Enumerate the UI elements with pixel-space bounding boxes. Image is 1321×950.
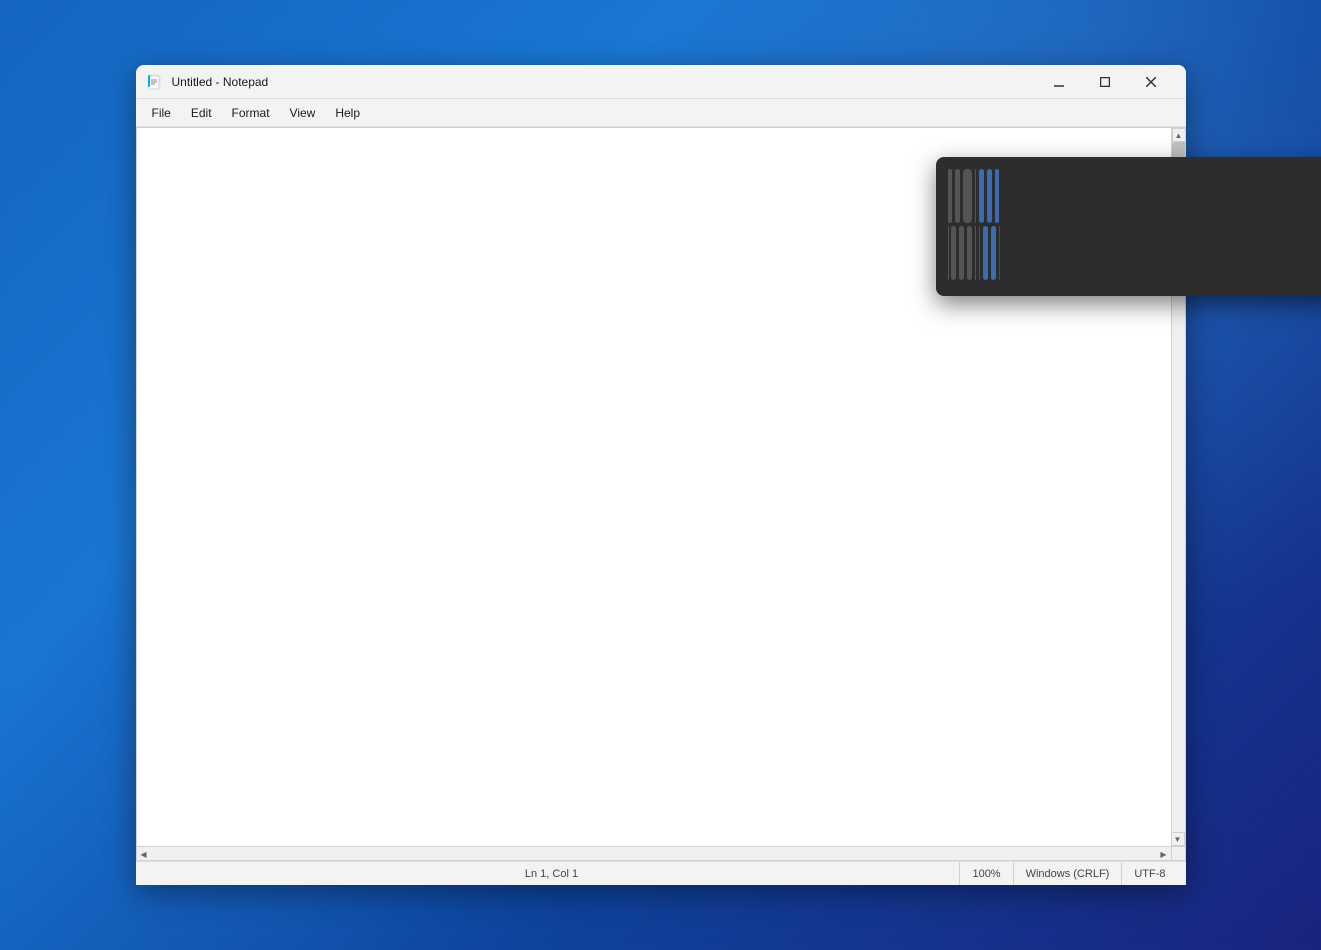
h-scroll-track[interactable] (151, 847, 1157, 860)
snap-cell-13[interactable] (979, 226, 980, 280)
snap-cell-2[interactable] (955, 169, 960, 223)
snap-cell-1[interactable] (948, 169, 953, 223)
scroll-up-arrow[interactable]: ▲ (1172, 128, 1186, 142)
notepad-app-icon (148, 74, 164, 90)
menu-help[interactable]: Help (325, 102, 370, 124)
horizontal-scrollbar[interactable]: ◀ ▶ (137, 846, 1171, 860)
scroll-down-arrow[interactable]: ▼ (1171, 832, 1185, 846)
notepad-window: Untitled - Notepad File Edit Format View… (136, 65, 1186, 885)
menu-format[interactable]: Format (222, 102, 280, 124)
snap-cell-12[interactable] (975, 226, 976, 280)
window-title: Untitled - Notepad (172, 75, 1036, 89)
scrollbar-corner (1171, 846, 1185, 860)
snap-cell-4[interactable] (975, 169, 976, 223)
snap-grid (948, 169, 1000, 280)
title-bar: Untitled - Notepad (136, 65, 1186, 99)
snap-cell-11[interactable] (967, 226, 972, 280)
menu-file[interactable]: File (142, 102, 181, 124)
snap-cell-14[interactable] (983, 226, 988, 280)
snap-cell-5[interactable] (979, 169, 984, 223)
maximize-button[interactable] (1082, 65, 1128, 99)
menu-bar: File Edit Format View Help (136, 99, 1186, 127)
snap-cell-15[interactable] (991, 226, 996, 280)
status-position: Ln 1, Col 1 (144, 862, 961, 885)
snap-cell-8[interactable] (948, 226, 949, 280)
close-button[interactable] (1128, 65, 1174, 99)
status-zoom: 100% (960, 862, 1013, 885)
status-encoding: UTF-8 (1122, 862, 1177, 885)
snap-cell-9[interactable] (951, 226, 956, 280)
snap-cell-3[interactable] (963, 169, 972, 223)
scroll-left-arrow[interactable]: ◀ (137, 847, 151, 861)
snap-cell-7[interactable] (995, 169, 1000, 223)
snap-layout-popup (936, 157, 1321, 296)
snap-cell-10[interactable] (959, 226, 964, 280)
status-line-ending: Windows (CRLF) (1014, 862, 1123, 885)
minimize-button[interactable] (1036, 65, 1082, 99)
snap-cell-6[interactable] (987, 169, 992, 223)
status-bar: Ln 1, Col 1 100% Windows (CRLF) UTF-8 (136, 861, 1186, 885)
menu-edit[interactable]: Edit (181, 102, 222, 124)
menu-view[interactable]: View (280, 102, 326, 124)
scroll-right-arrow[interactable]: ▶ (1157, 847, 1171, 861)
snap-cell-16[interactable] (999, 226, 1000, 280)
window-controls (1036, 65, 1174, 99)
